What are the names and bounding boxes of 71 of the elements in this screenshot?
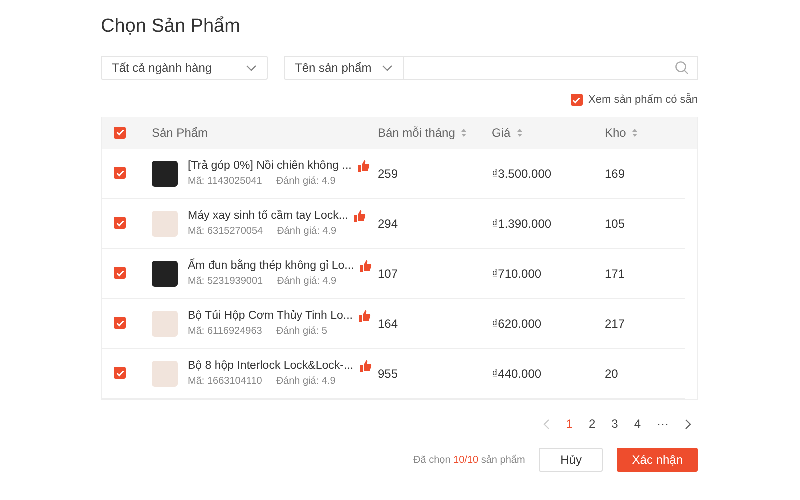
page-link[interactable]: 2 (588, 417, 596, 431)
table-cell: 217 (605, 316, 626, 330)
selection-summary: Đã chọn 10/10 sản phẩm (414, 454, 526, 466)
table-cell: 20 (605, 366, 618, 380)
table-cell: ₫1.390.000 (492, 216, 552, 230)
table-cell: 171 (605, 266, 626, 280)
chevron-down-icon (382, 64, 393, 72)
table-cell: 955 (378, 366, 398, 380)
table-cell: 259 (378, 166, 398, 180)
chevron-down-icon (246, 64, 257, 72)
product-rating: Đánh giá: 4.9 (277, 226, 337, 237)
product-code: Mã: 1143025041 (188, 176, 262, 187)
checkbox[interactable] (114, 317, 126, 329)
checkbox[interactable] (570, 94, 583, 106)
search-input[interactable] (404, 56, 698, 80)
table-cell: ₫710.000 (492, 266, 542, 280)
checkbox[interactable] (114, 367, 126, 379)
search-icon (675, 61, 689, 75)
sort-icon[interactable] (516, 128, 523, 138)
checkbox[interactable] (114, 126, 126, 138)
sort-icon[interactable] (461, 128, 468, 138)
product-thumbnail (152, 210, 178, 236)
product-name[interactable]: Ấm đun bằng thép không gỉ Lo... (188, 260, 354, 272)
product-thumbnail (152, 360, 178, 386)
product-name[interactable]: Bộ 8 hộp Interlock Lock&Lock-... (188, 360, 354, 372)
table-cell: 169 (605, 166, 626, 180)
table-cell: 107 (378, 266, 398, 280)
cancel-button[interactable]: Hủy (539, 448, 604, 472)
page-link[interactable]: 4 (634, 417, 641, 431)
checkbox[interactable] (114, 167, 126, 179)
product-thumbnail (152, 310, 178, 336)
column-header[interactable]: Kho (605, 126, 626, 140)
thumbs-up-icon (360, 360, 372, 372)
page-link[interactable]: 3 (612, 417, 618, 431)
product-name[interactable]: [Trả góp 0%] Nồi chiên không ... (188, 160, 352, 172)
product-rating: Đánh giá: 5 (276, 326, 328, 337)
thumbs-up-icon (360, 260, 372, 272)
table-cell: ₫3.500.000 (492, 166, 552, 180)
table-cell: ₫440.000 (492, 366, 542, 380)
sort-icon[interactable] (632, 128, 638, 138)
product-name[interactable]: Bộ Túi Hộp Cơm Thủy Tinh Lo... (188, 310, 353, 322)
product-rating: Đánh giá: 4.9 (276, 376, 336, 387)
chevron-right-icon[interactable] (685, 418, 692, 430)
product-code: Mã: 6116924963 (188, 326, 262, 337)
product-thumbnail (152, 260, 178, 286)
page-link[interactable]: ··· (657, 417, 669, 431)
thumbs-up-icon (354, 210, 366, 222)
product-code: Mã: 1663104110 (188, 376, 262, 387)
checkbox-label: Xem sản phẩm có sẵn (588, 94, 698, 106)
column-header[interactable]: Bán mỗi tháng (378, 126, 456, 140)
confirm-button[interactable]: Xác nhận (617, 448, 698, 472)
checkbox[interactable] (114, 267, 126, 279)
category-dropdown[interactable]: Tất cả ngành hàng (101, 56, 268, 80)
search-field-dropdown[interactable]: Tên sản phẩm (284, 56, 404, 80)
product-code: Mã: 6315270054 (188, 226, 264, 237)
product-thumbnail (152, 160, 178, 186)
table-cell: 105 (605, 216, 626, 230)
table-cell: 294 (378, 216, 398, 230)
dialog-title: Chọn Sản Phẩm (101, 15, 242, 39)
product-rating: Đánh giá: 4.9 (277, 276, 337, 287)
table-cell: 164 (378, 316, 398, 330)
product-rating: Đánh giá: 4.9 (276, 176, 336, 187)
table-cell: ₫620.000 (492, 316, 542, 330)
page-link[interactable]: 1 (566, 417, 573, 431)
checkbox[interactable] (114, 217, 126, 229)
column-header[interactable]: Giá (492, 126, 511, 140)
product-name[interactable]: Máy xay sinh tố cầm tay Lock... (188, 210, 348, 222)
product-code: Mã: 5231939001 (188, 276, 264, 287)
thumbs-up-icon (359, 310, 371, 322)
thumbs-up-icon (358, 160, 370, 172)
column-header: Sản Phẩm (152, 126, 208, 140)
